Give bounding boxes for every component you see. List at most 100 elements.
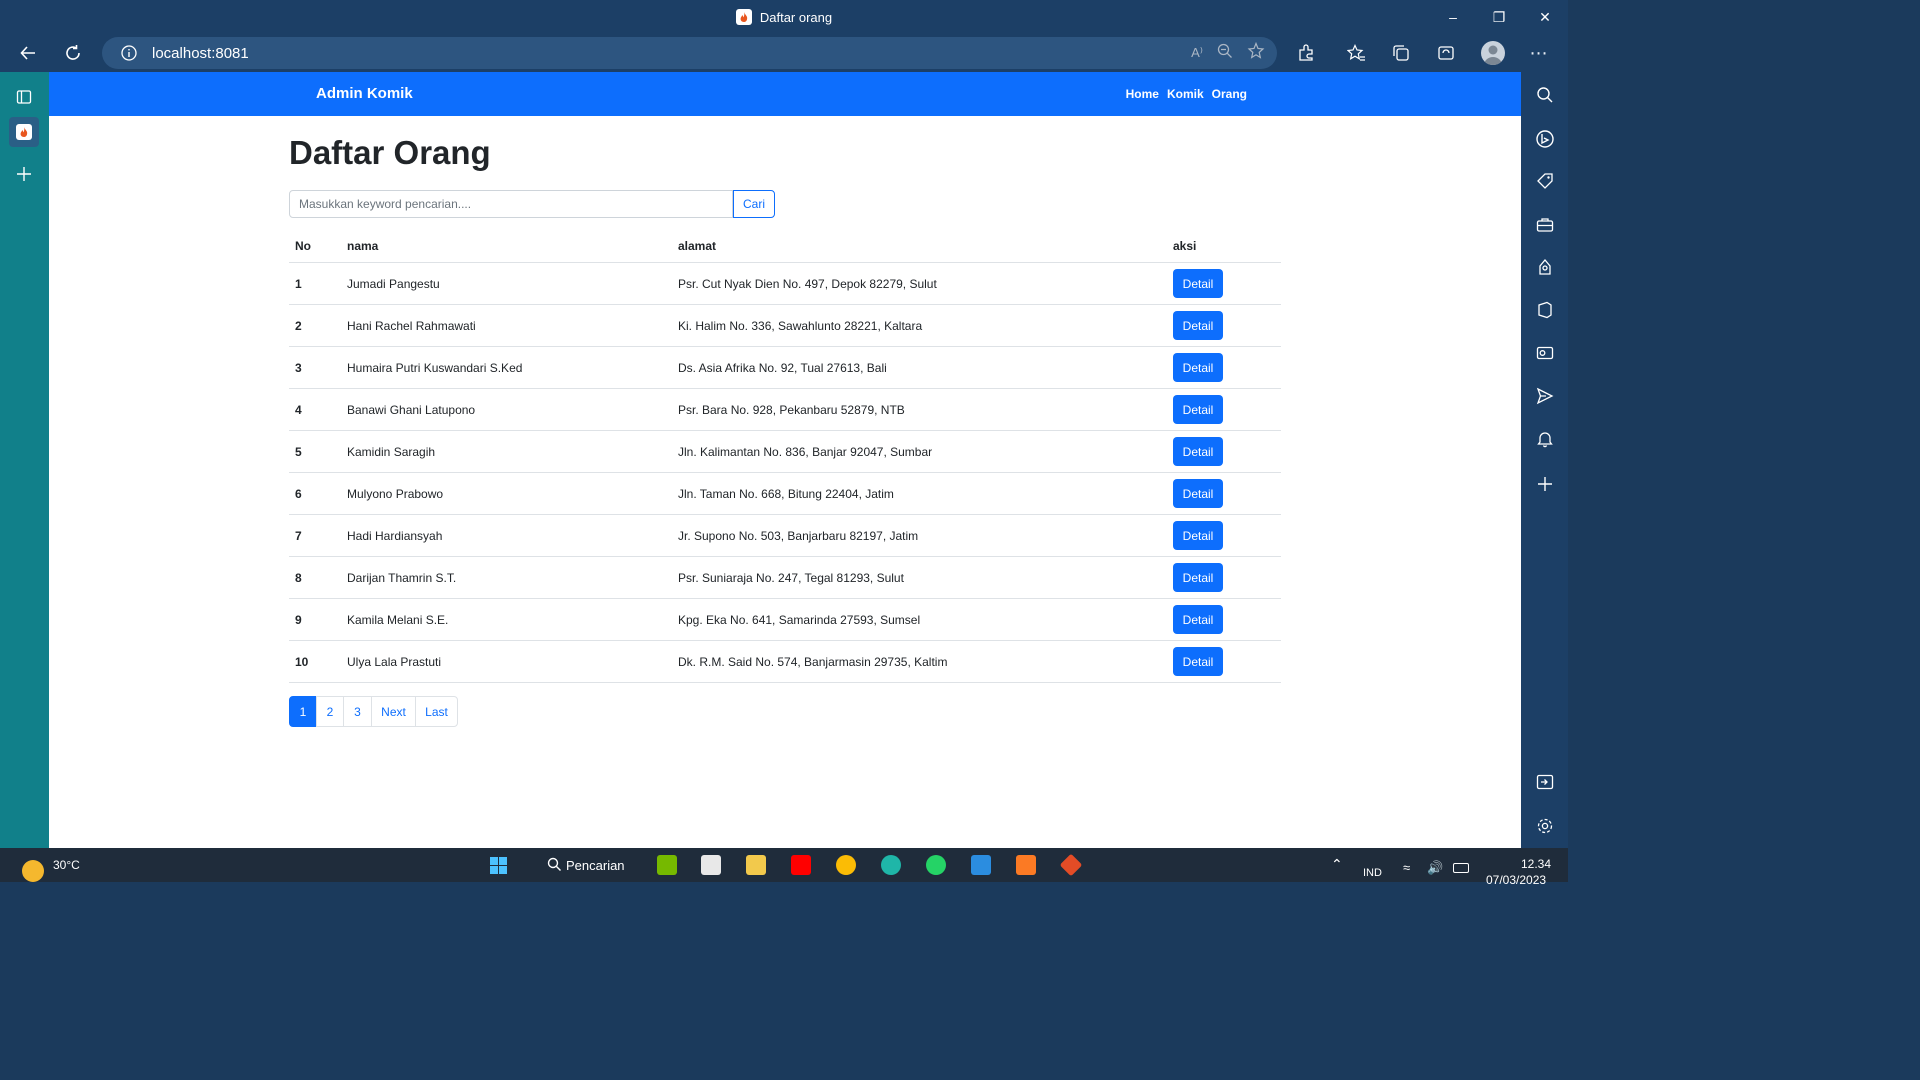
extensions-icon[interactable] bbox=[1291, 38, 1321, 68]
back-icon[interactable] bbox=[13, 38, 43, 68]
table-header-row: No nama alamat aksi bbox=[289, 230, 1281, 263]
add-favorite-icon[interactable] bbox=[1247, 41, 1265, 65]
zoom-out-icon[interactable] bbox=[1217, 43, 1233, 64]
column-header-nama: nama bbox=[341, 230, 672, 263]
more-options-icon[interactable]: ⋯ bbox=[1524, 38, 1554, 68]
volume-icon[interactable]: 🔊 bbox=[1427, 860, 1443, 876]
nav-link-orang[interactable]: Orang bbox=[1212, 87, 1247, 101]
detail-button[interactable]: Detail bbox=[1173, 269, 1223, 298]
info-icon[interactable] bbox=[120, 44, 138, 62]
cell-alamat: Psr. Suniaraja No. 247, Tegal 81293, Sul… bbox=[672, 556, 1167, 599]
weather-icon[interactable] bbox=[22, 860, 44, 882]
table-row: 4 Banawi Ghani Latupono Psr. Bara No. 928,… bbox=[289, 388, 1281, 431]
page-link-3[interactable]: 3 bbox=[343, 696, 372, 727]
collections-icon[interactable] bbox=[1386, 38, 1416, 68]
language-indicator[interactable]: IND bbox=[1363, 867, 1382, 879]
detail-button[interactable]: Detail bbox=[1173, 563, 1223, 592]
site-navbar: Admin Komik Home Komik Orang bbox=[49, 72, 1521, 116]
url-text[interactable]: localhost:8081 bbox=[152, 45, 249, 62]
clock-time[interactable]: 12.34 bbox=[1521, 857, 1551, 871]
detail-button[interactable]: Detail bbox=[1173, 521, 1223, 550]
cell-nama: Darijan Thamrin S.T. bbox=[341, 556, 672, 599]
cell-aksi: Detail bbox=[1167, 640, 1281, 683]
page-link-last[interactable]: Last bbox=[415, 696, 458, 727]
detail-button[interactable]: Detail bbox=[1173, 395, 1223, 424]
cell-nama: Hani Rachel Rahmawati bbox=[341, 304, 672, 347]
chrome-app-icon[interactable] bbox=[836, 855, 856, 875]
nav-links: Home Komik Orang bbox=[1126, 87, 1247, 101]
edge-sidebar bbox=[1521, 72, 1568, 848]
performance-icon[interactable] bbox=[1431, 38, 1461, 68]
new-tab-icon[interactable] bbox=[9, 159, 39, 189]
column-header-alamat: alamat bbox=[672, 230, 1167, 263]
weather-temperature[interactable]: 30°C bbox=[53, 858, 80, 872]
whatsapp-app-icon[interactable] bbox=[926, 855, 946, 875]
start-icon[interactable] bbox=[490, 857, 507, 874]
nav-link-home[interactable]: Home bbox=[1126, 87, 1159, 101]
page-link-2[interactable]: 2 bbox=[316, 696, 344, 727]
tools-briefcase-icon[interactable] bbox=[1533, 213, 1557, 237]
detail-button[interactable]: Detail bbox=[1173, 353, 1223, 382]
shopping-tag-icon[interactable] bbox=[1533, 169, 1557, 193]
edge-app-icon[interactable] bbox=[881, 855, 901, 875]
detail-button[interactable]: Detail bbox=[1173, 479, 1223, 508]
hide-sidebar-icon[interactable] bbox=[1533, 770, 1557, 794]
vscode-app-icon[interactable] bbox=[971, 855, 991, 875]
taskbar-search-label[interactable]: Pencarian bbox=[566, 858, 625, 873]
search-button[interactable]: Cari bbox=[733, 190, 775, 218]
battery-icon[interactable] bbox=[1453, 863, 1469, 873]
table-body: 1 Jumadi Pangestu Psr. Cut Nyak Dien No. 4… bbox=[289, 262, 1281, 683]
search-input[interactable] bbox=[289, 190, 733, 218]
detail-button[interactable]: Detail bbox=[1173, 437, 1223, 466]
tray-overflow-icon[interactable]: ⌃ bbox=[1331, 856, 1343, 873]
read-aloud-icon[interactable]: A⁾ bbox=[1191, 45, 1203, 61]
taskbar-search-icon[interactable] bbox=[547, 857, 562, 877]
cell-nama: Humaira Putri Kuswandari S.Ked bbox=[341, 346, 672, 389]
cell-aksi: Detail bbox=[1167, 304, 1281, 347]
cell-no: 2 bbox=[289, 304, 341, 347]
cell-nama: Ulya Lala Prastuti bbox=[341, 640, 672, 683]
nav-link-komik[interactable]: Komik bbox=[1167, 87, 1204, 101]
refresh-icon[interactable] bbox=[58, 38, 88, 68]
add-sidebar-app-icon[interactable] bbox=[1533, 472, 1557, 496]
close-button[interactable]: ✕ bbox=[1522, 0, 1568, 34]
detail-button[interactable]: Detail bbox=[1173, 605, 1223, 634]
bing-chat-icon[interactable] bbox=[1533, 127, 1557, 151]
active-tab[interactable] bbox=[9, 117, 39, 147]
nvidia-app-icon[interactable] bbox=[657, 855, 677, 875]
search-icon[interactable] bbox=[1533, 83, 1557, 107]
cell-no: 7 bbox=[289, 514, 341, 557]
cell-nama: Hadi Hardiansyah bbox=[341, 514, 672, 557]
page-title: Daftar Orang bbox=[289, 134, 491, 171]
youtube-app-icon[interactable] bbox=[791, 855, 811, 875]
clock-date[interactable]: 07/03/2023 bbox=[1486, 873, 1546, 887]
address-bar[interactable]: localhost:8081 A⁾ bbox=[102, 37, 1277, 69]
table-row: 9 Kamila Melani S.E. Kpg. Eka No. 641, Sam… bbox=[289, 598, 1281, 641]
cell-alamat: Ki. Halim No. 336, Sawahlunto 28221, Kal… bbox=[672, 304, 1167, 347]
tab-actions-icon[interactable] bbox=[9, 82, 39, 112]
office-icon[interactable] bbox=[1533, 298, 1557, 322]
cell-alamat: Dk. R.M. Said No. 574, Banjarmasin 29735… bbox=[672, 640, 1167, 683]
notification-bell-icon[interactable] bbox=[1533, 427, 1557, 451]
outlook-icon[interactable] bbox=[1533, 341, 1557, 365]
profile-avatar[interactable] bbox=[1481, 41, 1505, 65]
wifi-icon[interactable]: ≈ bbox=[1403, 860, 1410, 875]
column-header-no: No bbox=[289, 230, 341, 263]
page-link-1[interactable]: 1 bbox=[289, 696, 317, 727]
page-link-next[interactable]: Next bbox=[371, 696, 416, 727]
detail-button[interactable]: Detail bbox=[1173, 311, 1223, 340]
xampp-app-icon[interactable] bbox=[1016, 855, 1036, 875]
store-app-icon[interactable] bbox=[701, 855, 721, 875]
send-icon[interactable] bbox=[1533, 384, 1557, 408]
table-row: 7 Hadi Hardiansyah Jr. Supono No. 503, Ban… bbox=[289, 514, 1281, 557]
minimize-button[interactable]: – bbox=[1430, 0, 1476, 34]
cell-aksi: Detail bbox=[1167, 514, 1281, 557]
file-explorer-icon[interactable] bbox=[746, 855, 766, 875]
detail-button[interactable]: Detail bbox=[1173, 647, 1223, 676]
restore-button[interactable]: ❐ bbox=[1476, 0, 1522, 34]
git-app-icon[interactable] bbox=[1059, 853, 1083, 877]
favorites-icon[interactable] bbox=[1341, 38, 1371, 68]
site-brand[interactable]: Admin Komik bbox=[316, 85, 413, 102]
sidebar-settings-icon[interactable] bbox=[1533, 814, 1557, 838]
games-icon[interactable] bbox=[1533, 255, 1557, 279]
